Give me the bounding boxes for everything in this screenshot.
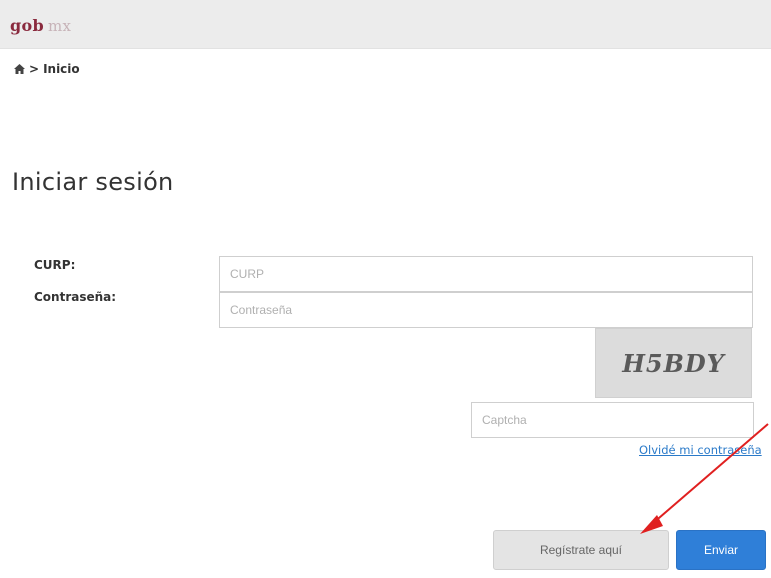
password-input[interactable] [219,292,753,328]
captcha-image: H5BDY [595,328,752,398]
curp-label: CURP: [34,258,76,272]
home-icon[interactable] [14,64,25,74]
page-title: Iniciar sesión [12,168,174,196]
password-label: Contraseña: [34,290,117,304]
submit-button[interactable]: Enviar [676,530,766,570]
forgot-password-link[interactable]: Olvidé mi contraseña [639,443,762,457]
logo-main-text: gob [10,16,44,35]
logo-suffix-text: mx [47,17,72,35]
gob-mx-logo[interactable]: gob mx [10,16,71,35]
breadcrumb-current: Inicio [43,62,80,76]
captcha-input[interactable] [471,402,754,438]
annotation-arrow-line [651,423,769,525]
breadcrumb-separator: > [29,62,40,76]
register-button[interactable]: Regístrate aquí [493,530,669,570]
breadcrumb: > Inicio [14,62,80,76]
header-bar: gob mx [0,0,771,49]
curp-input[interactable] [219,256,753,292]
captcha-image-text: H5BDY [622,348,725,378]
